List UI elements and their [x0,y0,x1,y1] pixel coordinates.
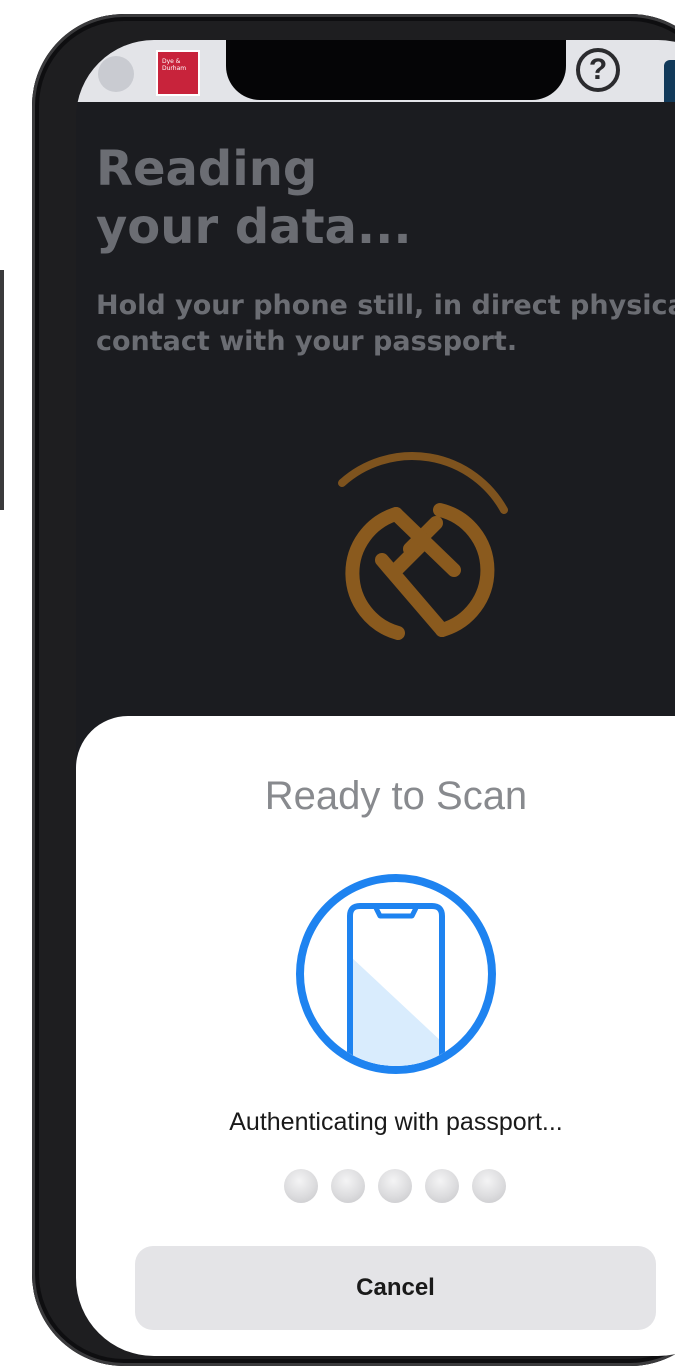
phone-scan-icon [296,874,496,1074]
brand-logo: Dye & Durham [156,50,200,96]
nfc-arc [338,452,508,514]
instructions-text: Hold your phone still, in direct physica… [96,288,675,360]
progress-dot [425,1169,459,1203]
help-button[interactable]: ? [576,48,620,92]
scan-status-text: Authenticating with passport... [229,1108,563,1136]
screenshot: Dye & Durham ? Reading your data... Hold… [0,0,675,1371]
page-title: Reading your data... [96,140,656,256]
progress-dots [284,1169,524,1209]
phone-side-button [0,270,4,510]
progress-dot [472,1169,506,1203]
device-notch [226,40,566,100]
brand-logo-text: Dye & Durham [162,58,187,72]
nfc-icon [338,452,508,640]
progress-dot [284,1169,318,1203]
phone-frame: Dye & Durham ? Reading your data... Hold… [32,14,675,1366]
page-title-line-1: Reading [96,141,318,197]
instructions-line-1: Hold your phone still, in direct physica… [96,290,675,321]
instructions-line-2: contact with your passport. [96,326,518,357]
cancel-button[interactable]: Cancel [135,1246,656,1330]
app-logo-icon [98,56,134,92]
progress-dot [378,1169,412,1203]
phone-screen: Dye & Durham ? Reading your data... Hold… [76,40,675,1356]
progress-dot [331,1169,365,1203]
page-title-line-2: your data... [96,199,412,255]
scan-sheet-title: Ready to Scan [264,774,528,818]
menu-button[interactable] [664,60,675,102]
scan-sheet: Ready to Scan Authenticating with passpo… [76,716,675,1356]
nfc-link [375,507,461,637]
